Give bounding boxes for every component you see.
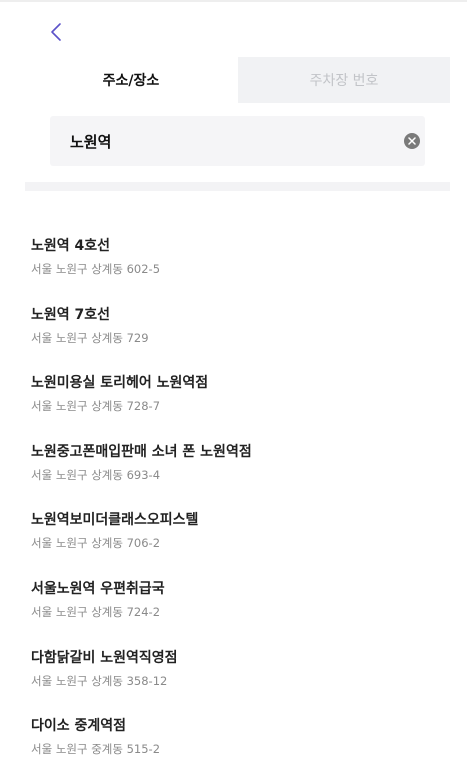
back-button[interactable]	[44, 20, 68, 44]
search-screen: 주소/장소 주차장 번호 노원역 4호선 서울 노원구 상계동 602-5 노원…	[0, 0, 467, 772]
result-address: 서울 노원구 상계동 358-12	[31, 673, 168, 688]
result-name: 노원역 4호선	[31, 238, 111, 254]
result-address: 서울 노원구 상계동 693-4	[31, 467, 161, 482]
result-address: 서울 노원구 상계동 724-2	[31, 604, 161, 619]
result-address: 서울 노원구 상계동 602-5	[31, 262, 161, 276]
result-item[interactable]: 노원역 7호선 서울 노원구 상계동 729	[31, 301, 441, 370]
result-address: 서울 노원구 상계동 728-7	[31, 399, 161, 414]
search-input[interactable]	[50, 116, 396, 166]
result-address: 서울 노원구 중계동 515-2	[31, 742, 161, 757]
result-item[interactable]: 노원미용실 토리헤어 노원역점 서울 노원구 상계동 728-7	[31, 369, 441, 438]
result-name: 다이소 중계역점	[31, 718, 127, 735]
result-name: 노원미용실 토리헤어 노원역점	[31, 375, 209, 392]
result-item[interactable]: 노원중고폰매입판매 소녀 폰 노원역점 서울 노원구 상계동 693-4	[31, 438, 441, 507]
result-item[interactable]: 다이소 중계역점 서울 노원구 중계동 515-2	[31, 712, 441, 772]
result-name: 서울노원역 우편취급국	[31, 580, 165, 597]
result-name: 노원중고폰매입판매 소녀 폰 노원역점	[31, 443, 252, 460]
tab-parking-number[interactable]: 주차장 번호	[238, 57, 450, 103]
result-item[interactable]: 서울노원역 우편취급국 서울 노원구 상계동 724-2	[31, 575, 441, 644]
result-item[interactable]: 다함닭갈비 노원역직영점 서울 노원구 상계동 358-12	[31, 644, 441, 713]
result-address: 서울 노원구 상계동 729	[31, 330, 149, 345]
clear-circle-x-icon	[408, 137, 416, 145]
search-box	[50, 116, 425, 166]
search-results-list: 노원역 4호선 서울 노원구 상계동 602-5 노원역 7호선 서울 노원구 …	[31, 232, 441, 772]
clear-search-button[interactable]	[404, 133, 420, 149]
top-divider	[0, 0, 467, 2]
result-name: 노원역 7호선	[31, 306, 111, 323]
result-name: 노원역보미더클래스오피스텔	[31, 512, 199, 529]
result-item[interactable]: 노원역보미더클래스오피스텔 서울 노원구 상계동 706-2	[31, 506, 441, 575]
search-type-tabs: 주소/장소 주차장 번호	[25, 57, 450, 103]
result-item[interactable]: 노원역 4호선 서울 노원구 상계동 602-5	[31, 232, 441, 301]
result-name: 다함닭갈비 노원역직영점	[31, 649, 178, 666]
result-address: 서울 노원구 상계동 706-2	[31, 536, 161, 551]
chevron-left-icon	[51, 23, 61, 41]
tab-address-place[interactable]: 주소/장소	[25, 57, 237, 103]
section-divider	[25, 182, 450, 191]
